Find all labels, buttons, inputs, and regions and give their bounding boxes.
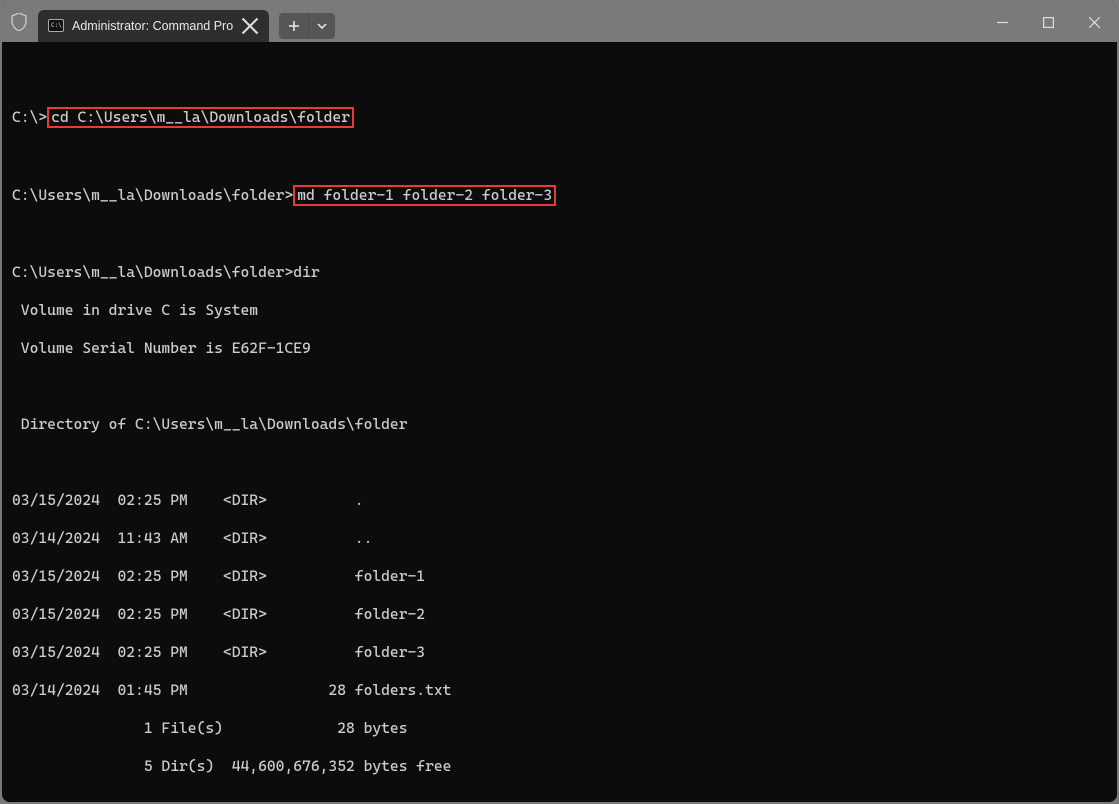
terminal-line (12, 377, 1107, 396)
terminal-line: 03/14/2024 11:43 AM <DIR> .. (12, 529, 1107, 548)
window-controls (979, 2, 1117, 42)
terminal-line: 5 Dir(s) 44,600,676,352 bytes free (12, 757, 1107, 776)
terminal-line: C:\Users\m__la\Downloads\folder>dir (12, 263, 1107, 282)
prompt: C:\Users\m__la\Downloads\folder> (12, 186, 293, 204)
terminal-line: 03/15/2024 02:25 PM <DIR> folder-1 (12, 567, 1107, 586)
terminal-line: Volume Serial Number is E62F-1CE9 (12, 339, 1107, 358)
terminal-line (12, 147, 1107, 166)
prompt: C:\Users\m__la\Downloads\folder> (12, 263, 293, 281)
admin-shield-icon (2, 2, 36, 42)
terminal-line: C:\>cd C:\Users\m__la\Downloads\folder (12, 107, 1107, 128)
terminal-line: 03/15/2024 02:25 PM <DIR> folder-2 (12, 605, 1107, 624)
terminal-line: Directory of C:\Users\m__la\Downloads\fo… (12, 415, 1107, 434)
tab-close-button[interactable] (241, 17, 259, 35)
terminal-line (12, 795, 1107, 802)
cmd-icon: C:\ (48, 18, 64, 34)
tab-dropdown-button[interactable] (309, 13, 335, 39)
command-text: dir (293, 263, 319, 281)
minimize-button[interactable] (979, 2, 1025, 42)
highlighted-command: md folder-1 folder-2 folder-3 (293, 185, 556, 206)
terminal-line (12, 453, 1107, 472)
terminal-line: 03/15/2024 02:25 PM <DIR> folder-3 (12, 643, 1107, 662)
prompt: C:\> (12, 108, 47, 126)
terminal-line: 1 File(s) 28 bytes (12, 719, 1107, 738)
titlebar-drag-area[interactable] (335, 2, 979, 42)
maximize-button[interactable] (1025, 2, 1071, 42)
newtab-group (279, 10, 335, 42)
window: C:\ Administrator: Command Pro (2, 2, 1117, 802)
terminal-line: Volume in drive C is System (12, 301, 1107, 320)
terminal-line (12, 69, 1107, 88)
titlebar: C:\ Administrator: Command Pro (2, 2, 1117, 42)
terminal-line: 03/14/2024 01:45 PM 28 folders.txt (12, 681, 1107, 700)
terminal-output[interactable]: C:\>cd C:\Users\m__la\Downloads\folder C… (2, 42, 1117, 802)
tab-title: Administrator: Command Pro (72, 19, 233, 33)
highlighted-command: cd C:\Users\m__la\Downloads\folder (47, 107, 354, 128)
close-button[interactable] (1071, 2, 1117, 42)
terminal-line (12, 225, 1107, 244)
terminal-line: 03/15/2024 02:25 PM <DIR> . (12, 491, 1107, 510)
svg-text:C:\: C:\ (51, 22, 62, 29)
terminal-line: C:\Users\m__la\Downloads\folder>md folde… (12, 185, 1107, 206)
new-tab-button[interactable] (279, 13, 309, 39)
tab-active[interactable]: C:\ Administrator: Command Pro (38, 10, 269, 42)
